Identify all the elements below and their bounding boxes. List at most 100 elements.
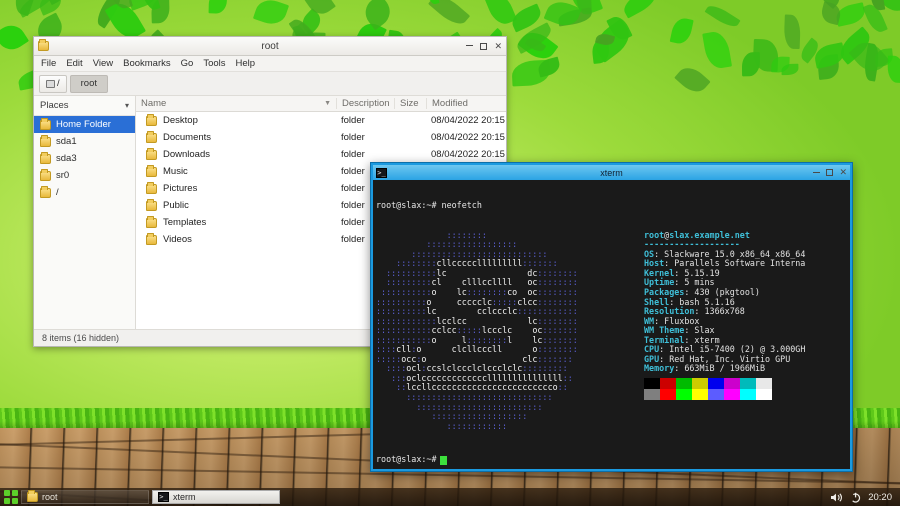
terminal-window[interactable]: >_ xterm ✕ root@slax:~# neofetch :::::::… (370, 162, 853, 472)
palette-swatch (740, 389, 756, 400)
palette-swatch (692, 378, 708, 389)
terminal-titlebar[interactable]: >_ xterm ✕ (373, 165, 850, 180)
status-item-count: 8 items (16 hidden) (42, 333, 119, 343)
close-icon[interactable]: ✕ (494, 42, 502, 51)
column-header-name[interactable]: Name ▼ (136, 98, 336, 109)
sidebar-item-label: sda3 (56, 153, 77, 164)
taskbar-item-label: xterm (173, 492, 196, 502)
cell-name: Templates (136, 217, 336, 228)
palette-swatch (724, 389, 740, 400)
file-manager-titlebar[interactable]: root ✕ (34, 37, 506, 56)
folder-icon (40, 120, 51, 130)
neofetch-output: :::::::: :::::::::::::::::: ::::::::::::… (376, 231, 847, 431)
breadcrumb-current[interactable]: root (70, 75, 108, 93)
folder-icon (40, 171, 51, 181)
leaf-icon (674, 62, 711, 98)
cell-name: Pictures (136, 183, 336, 194)
table-row[interactable]: Downloadsfolder08/04/2022 20:15 (136, 146, 506, 163)
sidebar-item-home-folder[interactable]: Home Folder (34, 116, 135, 133)
file-manager-window-controls[interactable]: ✕ (466, 42, 502, 51)
breadcrumb[interactable]: / root (34, 72, 506, 96)
breadcrumb-root[interactable]: / (39, 75, 67, 93)
system-tray[interactable]: 20:20 (830, 492, 896, 503)
file-name-label: Downloads (163, 149, 210, 160)
file-manager-menubar[interactable]: File Edit View Bookmarks Go Tools Help (34, 56, 506, 72)
column-header-modified[interactable]: Modified (426, 98, 506, 109)
sidebar-item-root[interactable]: / (34, 184, 135, 201)
file-name-label: Templates (163, 217, 206, 228)
menu-help[interactable]: Help (236, 58, 256, 69)
folder-icon (27, 492, 38, 502)
sidebar-item-sda3[interactable]: sda3 (34, 150, 135, 167)
chevron-down-icon[interactable]: ▾ (125, 101, 129, 110)
sidebar-item-label: / (56, 187, 59, 198)
cell-name: Music (136, 166, 336, 177)
leaf-icon (784, 14, 801, 49)
menu-go[interactable]: Go (181, 58, 194, 69)
places-header[interactable]: Places ▾ (34, 96, 135, 116)
palette-swatch (708, 389, 724, 400)
places-sidebar[interactable]: Places ▾ Home Folder sda1 sda3 sr0 / (34, 96, 136, 329)
leaf-icon (209, 0, 227, 13)
close-icon[interactable]: ✕ (839, 168, 847, 177)
taskbar-item-xterm[interactable]: >_ xterm (152, 490, 280, 504)
column-header-size[interactable]: Size (394, 98, 426, 109)
menu-view[interactable]: View (93, 58, 113, 69)
column-header-description[interactable]: Description (336, 98, 394, 109)
maximize-icon[interactable] (480, 43, 487, 50)
folder-icon (146, 201, 157, 211)
volume-icon[interactable] (830, 492, 843, 503)
maximize-icon[interactable] (826, 169, 833, 176)
terminal-cursor (440, 456, 447, 465)
file-name-label: Desktop (163, 115, 198, 126)
leaf-icon (620, 0, 660, 19)
table-row[interactable]: Desktopfolder08/04/2022 20:15 (136, 112, 506, 129)
file-manager-title: root (34, 41, 506, 52)
app-grid-icon[interactable] (4, 490, 18, 504)
terminal-command-line: root@slax:~# neofetch (376, 201, 847, 211)
breadcrumb-root-label: / (57, 78, 60, 89)
minimize-icon[interactable] (813, 172, 820, 174)
cell-name: Videos (136, 234, 336, 245)
terminal-screen[interactable]: root@slax:~# neofetch :::::::: :::::::::… (373, 180, 850, 469)
menu-tools[interactable]: Tools (203, 58, 225, 69)
folder-icon (40, 154, 51, 164)
folder-icon (40, 137, 51, 147)
leaf-icon (428, 0, 471, 30)
taskbar-item-label: root (42, 492, 58, 502)
terminal-title: xterm (373, 168, 850, 178)
clock[interactable]: 20:20 (868, 492, 892, 503)
menu-file[interactable]: File (41, 58, 56, 69)
cell-description: folder (336, 149, 394, 160)
computer-icon (46, 80, 55, 88)
minimize-icon[interactable] (466, 45, 473, 47)
folder-icon (40, 188, 51, 198)
file-list-header[interactable]: Name ▼ Description Size Modified (136, 96, 506, 112)
leaf-icon (705, 2, 741, 31)
terminal-icon: >_ (158, 492, 169, 502)
palette-swatch (644, 389, 660, 400)
menu-edit[interactable]: Edit (66, 58, 82, 69)
cell-name: Downloads (136, 149, 336, 160)
menu-bookmarks[interactable]: Bookmarks (123, 58, 171, 69)
palette-swatch (724, 378, 740, 389)
leaf-icon (0, 21, 29, 56)
neofetch-color-palette (644, 378, 847, 400)
taskbar-item-root[interactable]: root (21, 490, 149, 504)
folder-icon (38, 41, 49, 51)
table-row[interactable]: Documentsfolder08/04/2022 20:15 (136, 129, 506, 146)
sort-descending-icon[interactable]: ▼ (324, 100, 331, 107)
file-name-label: Videos (163, 234, 192, 245)
file-name-label: Music (163, 166, 188, 177)
terminal-prompt[interactable]: root@slax:~# (376, 455, 447, 465)
sidebar-item-sda1[interactable]: sda1 (34, 133, 135, 150)
sidebar-item-sr0[interactable]: sr0 (34, 167, 135, 184)
palette-swatch (756, 389, 772, 400)
terminal-window-controls[interactable]: ✕ (813, 168, 847, 177)
palette-swatch (756, 378, 772, 389)
power-icon[interactable] (850, 492, 861, 503)
file-name-label: Documents (163, 132, 211, 143)
leaf-icon (703, 30, 732, 70)
taskbar[interactable]: root >_ xterm 20:20 (0, 488, 900, 506)
folder-icon (146, 167, 157, 177)
